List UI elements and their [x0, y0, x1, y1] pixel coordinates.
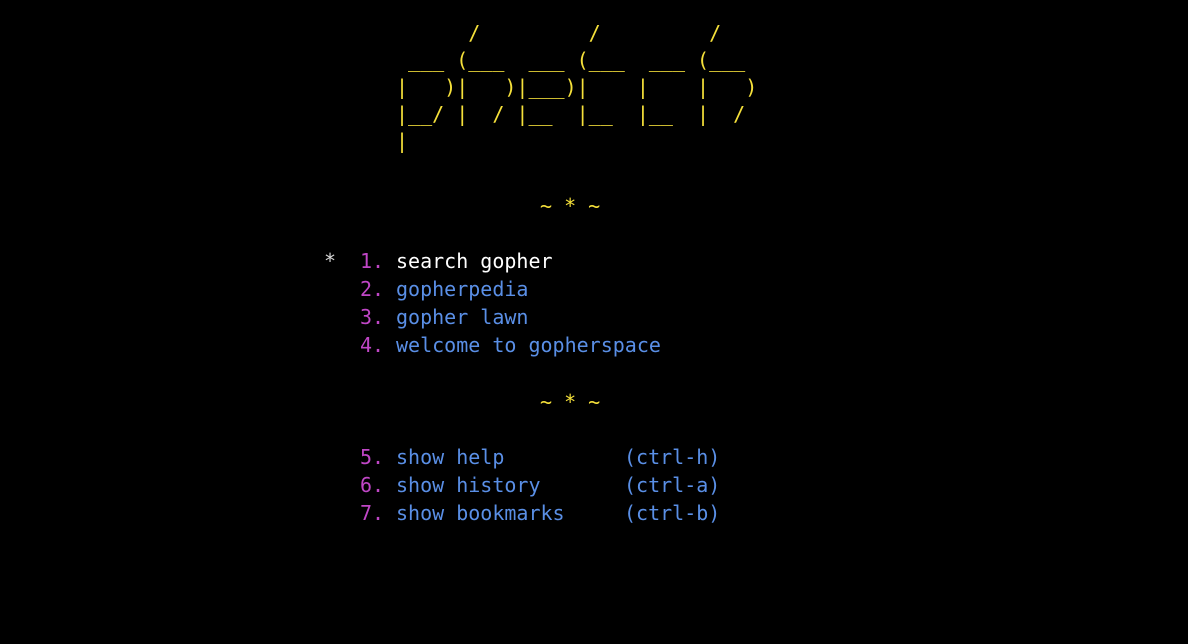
menu-item-show-bookmarks[interactable]: 7. show bookmarks (ctrl-b) — [360, 499, 860, 527]
ascii-logo: / / / ___ (___ ___ (___ ___ (___ | )| )|_… — [396, 20, 757, 155]
menu-item-number: 7. — [360, 501, 385, 525]
menu-item-link[interactable]: show history — [396, 471, 541, 499]
menu-item-link[interactable]: gopherpedia — [396, 275, 528, 303]
menu-item-link[interactable]: show help — [396, 443, 504, 471]
keyboard-shortcut: (ctrl-h) — [624, 445, 721, 469]
menu-item-number: 4. — [360, 333, 385, 357]
divider-top: ~ * ~ — [540, 194, 601, 218]
menu-item-number: 6. — [360, 473, 385, 497]
menu-item-link[interactable]: gopher lawn — [396, 303, 528, 331]
menu-item-show-history[interactable]: 6. show history (ctrl-a) — [360, 471, 860, 499]
menu-item-show-help[interactable]: 5. show help (ctrl-h) — [360, 443, 860, 471]
menu-item-link[interactable]: show bookmarks — [396, 499, 565, 527]
menu-item-gopherpedia[interactable]: 2. gopherpedia — [360, 275, 860, 303]
menu-item-number: 3. — [360, 305, 385, 329]
menu-item-number: 2. — [360, 277, 385, 301]
menu-item-link[interactable]: welcome to gopherspace — [396, 331, 661, 359]
keyboard-shortcut: (ctrl-a) — [624, 473, 721, 497]
logo-line: |__/ | / |__ |__ |__ | / — [396, 102, 746, 126]
logo-line: | — [396, 129, 409, 153]
menu-item-number: 5. — [360, 445, 385, 469]
keyboard-shortcut: (ctrl-b) — [624, 501, 721, 525]
menu-item-gopher-lawn[interactable]: 3. gopher lawn — [360, 303, 860, 331]
menu-item-search-gopher[interactable]: 1. search gopher — [360, 247, 860, 275]
menu-item-number: 1. — [360, 249, 385, 273]
terminal-screen: / / / ___ (___ ___ (___ ___ (___ | )| )|_… — [0, 0, 1188, 644]
logo-line: ___ (___ ___ (___ ___ (___ — [396, 48, 746, 72]
menu-item-welcome-to-gopherspace[interactable]: 4. welcome to gopherspace — [360, 331, 860, 359]
selection-cursor-icon: * — [324, 249, 337, 273]
menu-item-link[interactable]: search gopher — [396, 247, 553, 275]
divider-middle: ~ * ~ — [540, 390, 601, 414]
logo-line: / / / — [396, 21, 722, 45]
logo-line: | )| )|___)| | | ) — [396, 75, 758, 99]
